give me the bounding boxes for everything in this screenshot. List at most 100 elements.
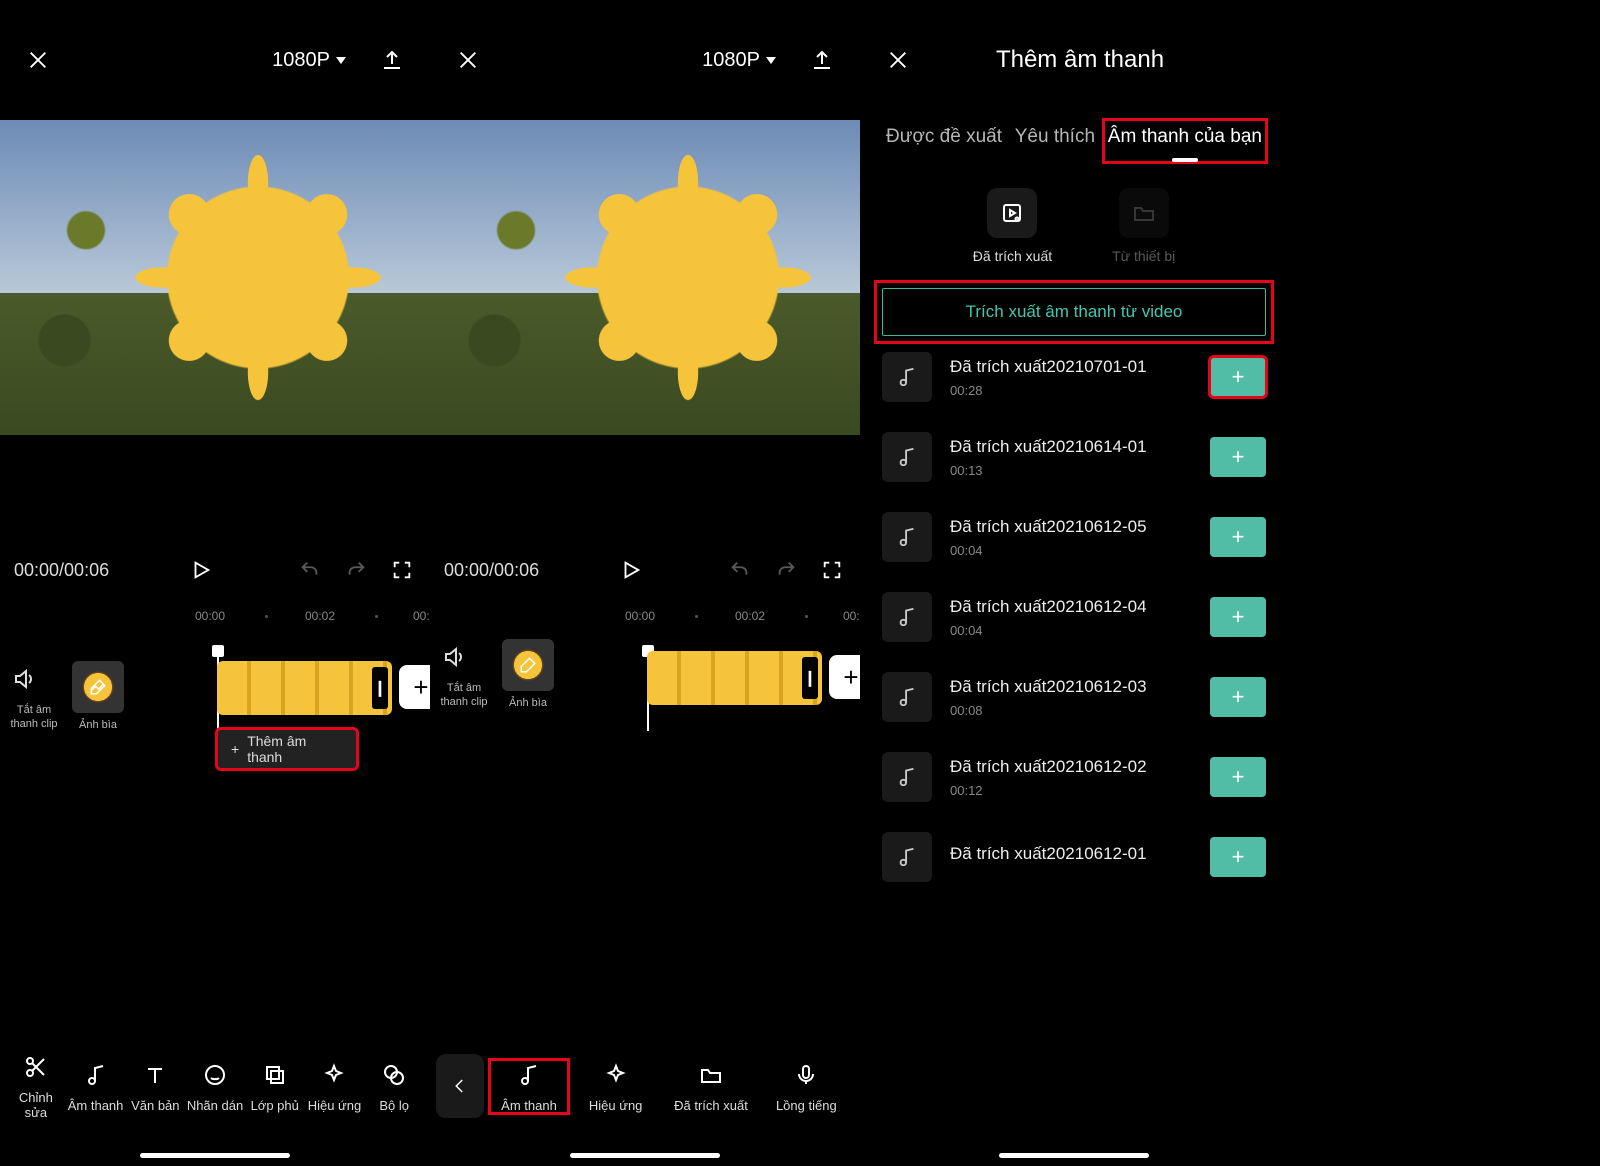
bottom-toolbar: Chỉnh sửa Âm thanh Văn bản Nhãn dán Lớp … xyxy=(0,1036,430,1136)
close-icon[interactable] xyxy=(452,44,484,76)
music-note-icon xyxy=(517,1060,541,1090)
ruler-tick: 00:02 xyxy=(735,609,765,623)
fullscreen-icon[interactable] xyxy=(814,552,850,588)
tool-sticker[interactable]: Nhãn dán xyxy=(185,1060,245,1113)
music-note-icon xyxy=(84,1060,108,1090)
video-preview[interactable] xyxy=(0,120,430,435)
tool-label: Nhãn dán xyxy=(187,1098,243,1113)
export-icon[interactable] xyxy=(376,44,408,76)
list-item[interactable]: Đã trích xuất20210612-01 + xyxy=(882,832,1266,882)
text-icon xyxy=(143,1060,167,1090)
list-item[interactable]: Đã trích xuất20210612-02 00:12 + xyxy=(882,752,1266,802)
add-audio-button[interactable]: + Thêm âm thanh xyxy=(217,729,357,769)
source-device[interactable]: Từ thiết bị xyxy=(1112,188,1175,264)
extract-audio-button[interactable]: Trích xuất âm thanh từ video xyxy=(882,288,1266,336)
undo-icon[interactable] xyxy=(292,552,328,588)
transport-bar: 00:00/00:06 xyxy=(0,535,430,605)
chevron-down-icon xyxy=(766,57,776,64)
mute-icon[interactable] xyxy=(6,661,42,697)
sparkle-icon xyxy=(322,1060,346,1090)
tool-label: Văn bản xyxy=(131,1098,179,1113)
add-audio-item-button[interactable]: + xyxy=(1210,517,1266,557)
audio-title: Đã trích xuất20210612-04 xyxy=(950,597,1192,617)
play-icon[interactable] xyxy=(183,552,219,588)
redo-icon[interactable] xyxy=(338,552,374,588)
ruler-tick: 00:00 xyxy=(195,609,225,623)
tool-effects[interactable]: Hiệu ứng xyxy=(568,1060,663,1113)
mute-label: Tắt âm thanh clip xyxy=(6,703,62,731)
source-row: Đã trích xuất Từ thiết bị xyxy=(860,188,1288,264)
audio-title: Đã trích xuất20210612-02 xyxy=(950,757,1192,777)
timeline-ruler[interactable]: 00:00 00:02 00:04 xyxy=(430,605,860,633)
undo-icon[interactable] xyxy=(722,552,758,588)
cover-thumb[interactable] xyxy=(72,661,124,713)
back-button[interactable] xyxy=(436,1054,484,1118)
export-icon[interactable] xyxy=(806,44,838,76)
tool-text[interactable]: Văn bản xyxy=(125,1060,185,1113)
resolution-selector[interactable]: 1080P xyxy=(702,49,776,72)
add-audio-item-button[interactable]: + xyxy=(1210,357,1266,397)
add-audio-item-button[interactable]: + xyxy=(1210,437,1266,477)
topbar: 1080P xyxy=(430,0,860,120)
tool-audio[interactable]: Âm thanh xyxy=(66,1060,126,1113)
audio-title: Đã trích xuất20210612-03 xyxy=(950,677,1192,697)
close-icon[interactable] xyxy=(22,44,54,76)
video-clip[interactable]: ❙ xyxy=(647,651,822,705)
play-icon[interactable] xyxy=(613,552,649,588)
tabs: Được đề xuất Yêu thích Âm thanh của bạn xyxy=(860,120,1288,162)
redo-icon[interactable] xyxy=(768,552,804,588)
tool-voiceover[interactable]: Lồng tiếng xyxy=(759,1060,854,1113)
home-indicator xyxy=(140,1153,290,1158)
add-audio-item-button[interactable]: + xyxy=(1210,677,1266,717)
ruler-tick: 00:00 xyxy=(625,609,655,623)
video-preview[interactable] xyxy=(430,120,860,435)
timeline[interactable]: Tắt âm thanh clip Ảnh bìa ❙ + xyxy=(430,633,860,843)
add-audio-item-button[interactable]: + xyxy=(1210,597,1266,637)
bottom-toolbar: Âm thanh Hiệu ứng Đã trích xuất Lồng tiế… xyxy=(430,1036,860,1136)
timeline-ruler[interactable]: 00:00 00:02 00:04 xyxy=(0,605,430,633)
tool-label: Lớp phủ xyxy=(251,1098,299,1113)
close-icon[interactable] xyxy=(882,44,914,76)
timecode: 00:00/00:06 xyxy=(444,560,539,581)
fullscreen-icon[interactable] xyxy=(384,552,420,588)
music-note-icon xyxy=(882,512,932,562)
home-indicator xyxy=(570,1153,720,1158)
overlay-icon xyxy=(263,1060,287,1090)
add-audio-item-button[interactable]: + xyxy=(1210,757,1266,797)
tool-overlay[interactable]: Lớp phủ xyxy=(245,1060,305,1113)
extract-label: Trích xuất âm thanh từ video xyxy=(966,302,1183,322)
audio-title: Đã trích xuất20210701-01 xyxy=(950,357,1192,377)
tool-label: Chỉnh sửa xyxy=(6,1090,66,1120)
tab-suggested[interactable]: Được đề xuất xyxy=(882,120,1006,162)
clip-handle-icon[interactable]: ❙ xyxy=(372,667,388,709)
audio-duration: 00:08 xyxy=(950,703,1192,718)
timecode: 00:00/00:06 xyxy=(14,560,109,581)
tool-extracted[interactable]: Đã trích xuất xyxy=(663,1060,758,1113)
video-clip[interactable]: ❙ xyxy=(217,661,392,715)
list-item[interactable]: Đã trích xuất20210612-04 00:04 + xyxy=(882,592,1266,642)
clip-handle-icon[interactable]: ❙ xyxy=(802,657,818,699)
tool-filter[interactable]: Bộ lọ xyxy=(364,1060,424,1113)
tool-label: Hiệu ứng xyxy=(308,1098,362,1113)
cover-thumb[interactable] xyxy=(502,639,554,691)
tool-edit[interactable]: Chỉnh sửa xyxy=(6,1052,66,1120)
timeline[interactable]: Tắt âm thanh clip Ảnh bìa ❙ + + Thêm âm … xyxy=(0,633,430,843)
source-extracted[interactable]: Đã trích xuất xyxy=(973,188,1052,264)
music-note-icon xyxy=(882,352,932,402)
add-audio-item-button[interactable]: + xyxy=(1210,837,1266,877)
sticker-icon xyxy=(203,1060,227,1090)
editor-panel-2: 1080P 00:00/00:06 00:00 00:02 00:04 xyxy=(430,0,860,1166)
tool-audio[interactable]: Âm thanh xyxy=(490,1060,568,1113)
tab-your-audio[interactable]: Âm thanh của bạn xyxy=(1104,120,1266,162)
mute-icon[interactable] xyxy=(436,639,472,675)
tool-label: Đã trích xuất xyxy=(674,1098,748,1113)
resolution-selector[interactable]: 1080P xyxy=(272,49,346,72)
tool-effects[interactable]: Hiệu ứng xyxy=(305,1060,365,1113)
list-item[interactable]: Đã trích xuất20210614-01 00:13 + xyxy=(882,432,1266,482)
list-item[interactable]: Đã trích xuất20210701-01 00:28 + xyxy=(882,352,1266,402)
tool-label: Âm thanh xyxy=(68,1098,124,1113)
tab-favorites[interactable]: Yêu thích xyxy=(1011,120,1099,162)
list-item[interactable]: Đã trích xuất20210612-05 00:04 + xyxy=(882,512,1266,562)
list-item[interactable]: Đã trích xuất20210612-03 00:08 + xyxy=(882,672,1266,722)
cover-label: Ảnh bìa xyxy=(72,719,124,731)
